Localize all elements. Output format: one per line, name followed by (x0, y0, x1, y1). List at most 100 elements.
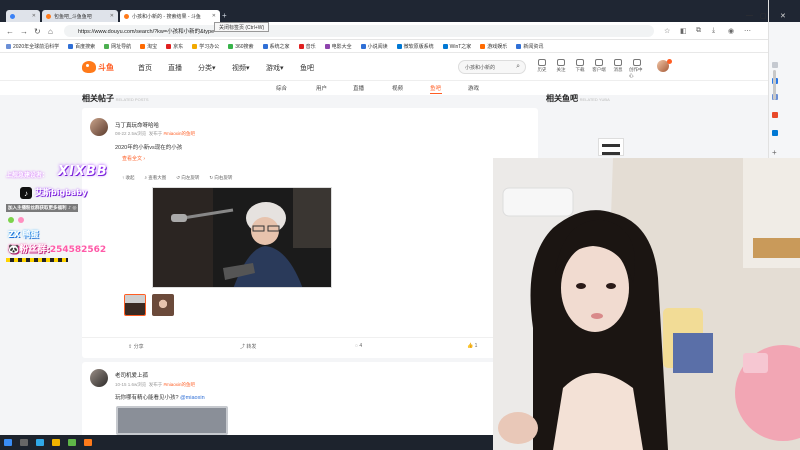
nav-game[interactable]: 游戏▾ (266, 63, 284, 73)
rotate-right-button[interactable]: ↻ 向右旋转 (209, 175, 232, 181)
post-channel-link[interactable]: #miaoxin的鱼吧 (164, 131, 196, 136)
panda-icon: 🐼 (8, 245, 20, 255)
brand-name: 斗鱼 (98, 62, 114, 72)
url-input[interactable]: https://www.douyu.com/search/?kw=小孩和小新的&… (64, 25, 654, 37)
history-button[interactable]: 历史 (534, 59, 550, 73)
share-button[interactable]: ⇪ 分享 (128, 343, 144, 350)
comment-button[interactable]: ◌ 4 (355, 343, 362, 349)
douyu-logo[interactable]: 斗鱼 (82, 60, 114, 74)
history-icon (538, 59, 546, 66)
favorite-star-icon[interactable]: ☆ (664, 27, 670, 35)
bookmark-item[interactable]: 淘宝 (140, 43, 157, 50)
tab-live[interactable]: 直播 (353, 84, 364, 92)
bookmark-item[interactable]: 百度搜索 (68, 43, 95, 50)
downloads-icon[interactable]: ⤓ (712, 27, 715, 35)
view-large-button[interactable]: ⌕ 查看大图 (145, 175, 167, 181)
overlay-fan-group: 🐼粉丝群:254582562 (8, 245, 107, 255)
bookmark-item[interactable]: 音乐 (298, 43, 316, 50)
back-icon[interactable]: ← (6, 27, 14, 36)
tab-video[interactable]: 视频 (392, 84, 403, 92)
read-more-link[interactable]: 查看全文 › (122, 155, 145, 162)
like-button[interactable]: 👍 1 (467, 343, 477, 349)
browser-tab-2[interactable]: 包鱼吧_斗鱼鱼吧 ✕ (42, 10, 118, 22)
bookmark-item[interactable]: 2020年全球前沿科学 (6, 43, 59, 50)
forward-icon[interactable]: → (20, 27, 28, 36)
bookmark-item[interactable]: 游戏娱乐 (480, 43, 507, 50)
nav-home[interactable]: 首页 (138, 63, 152, 73)
post-image[interactable] (152, 187, 332, 288)
windows-taskbar (0, 435, 493, 450)
close-tab-tooltip: 关闭标签页 (Ctrl+W) (214, 22, 270, 32)
author-avatar[interactable] (90, 118, 108, 136)
rotate-left-button[interactable]: ↺ 向左旋转 (176, 175, 199, 181)
sidebar-outlook-icon[interactable] (772, 130, 778, 136)
message-button[interactable]: 消息 (610, 59, 626, 73)
home-icon[interactable]: ⌂ (48, 27, 53, 36)
douyu-app-icon[interactable] (84, 439, 92, 446)
site-header (0, 53, 768, 81)
bookmark-item[interactable]: 微软原版系统 (396, 43, 434, 50)
profile-icon[interactable]: ◉ (728, 27, 734, 35)
app-icon[interactable] (68, 439, 76, 446)
collections-icon[interactable]: ⧉ (696, 27, 701, 35)
browser-tab-3[interactable]: 小孩和小新的 - 搜索结果 - 斗鱼 ✕ (120, 10, 220, 22)
sidebar-add-icon[interactable]: + (772, 148, 777, 157)
post-author[interactable]: 马丁真玩命呀哈哈 (115, 121, 159, 129)
follow-button[interactable]: 关注 (553, 59, 569, 73)
image-thumbnail[interactable] (124, 294, 146, 316)
bookmark-item[interactable]: 学习办公 (192, 43, 219, 50)
search-icon[interactable] (20, 439, 28, 446)
search-icon[interactable]: ⌕ (516, 63, 520, 71)
tab-yuba[interactable]: 鱼吧 (430, 84, 441, 92)
scrollbar[interactable] (773, 70, 776, 100)
close-icon[interactable]: ✕ (212, 13, 216, 19)
related-posts-heading: 相关帖子 RELATED POSTS (82, 94, 149, 103)
windows-start-icon[interactable] (4, 439, 12, 446)
fish-logo-icon (82, 61, 96, 73)
minimize-icon[interactable]: — (746, 12, 753, 19)
bookmark-item[interactable]: 小说阅读 (360, 43, 388, 50)
nav-category[interactable]: 分类▾ (198, 63, 216, 73)
author-avatar[interactable] (90, 369, 108, 387)
bookmark-item[interactable]: WinT之家 (442, 43, 471, 50)
nav-video[interactable]: 视频▾ (232, 63, 250, 73)
new-tab-icon[interactable]: + (222, 11, 227, 20)
window-close-icon[interactable]: ✕ (780, 12, 786, 20)
tab-all[interactable]: 综合 (276, 84, 287, 92)
maximize-icon[interactable]: ▢ (760, 12, 767, 20)
post-image[interactable] (116, 406, 228, 435)
collapse-button[interactable]: ↑ 收起 (122, 175, 135, 181)
bookmark-item[interactable]: 网址导航 (104, 43, 131, 50)
close-icon[interactable]: ✕ (110, 13, 114, 19)
client-button[interactable]: 客户端 (591, 59, 607, 73)
close-icon[interactable]: ✕ (32, 13, 36, 19)
bookmark-item[interactable]: 360搜索 (228, 43, 254, 50)
bookmark-item[interactable]: 系统之家 (262, 43, 290, 50)
extensions-icon[interactable]: ◧ (680, 27, 687, 35)
image-thumbnail[interactable] (152, 294, 174, 316)
tab-game[interactable]: 游戏 (468, 84, 479, 92)
edge-browser-icon[interactable] (36, 439, 44, 446)
site-search-input[interactable]: 小孩和小新的 ⌕ (458, 60, 526, 74)
refresh-icon[interactable]: ↻ (34, 27, 41, 36)
file-explorer-icon[interactable] (52, 439, 60, 446)
yuba-thumbnail[interactable] (598, 138, 624, 156)
sidebar-search-icon[interactable] (772, 62, 778, 68)
sidebar-office-icon[interactable] (772, 112, 778, 118)
bookmark-item[interactable]: 京东 (166, 43, 183, 50)
nav-live[interactable]: 直播 (168, 63, 182, 73)
download-button[interactable]: 下载 (572, 59, 588, 73)
browser-tab-1[interactable]: ✕ (6, 10, 40, 22)
nav-yuba[interactable]: 鱼吧 (300, 63, 314, 73)
post-author[interactable]: 老司机爱上孤 (115, 371, 148, 379)
forward-button[interactable]: ⤴ 转发 (240, 343, 256, 350)
tab-users[interactable]: 用户 (316, 84, 327, 92)
client-icon (595, 59, 603, 66)
post-channel-link[interactable]: #miaoxin的鱼吧 (164, 382, 196, 387)
mention-link[interactable]: @miaoxin (180, 395, 205, 401)
bookmark-item[interactable]: 电影大全 (324, 43, 352, 50)
creator-center-button[interactable]: 创作中心 (629, 59, 645, 79)
menu-icon[interactable]: ⋯ (744, 27, 751, 35)
streamer-photo (153, 188, 331, 287)
bookmark-item[interactable]: 新闻资讯 (516, 43, 543, 50)
